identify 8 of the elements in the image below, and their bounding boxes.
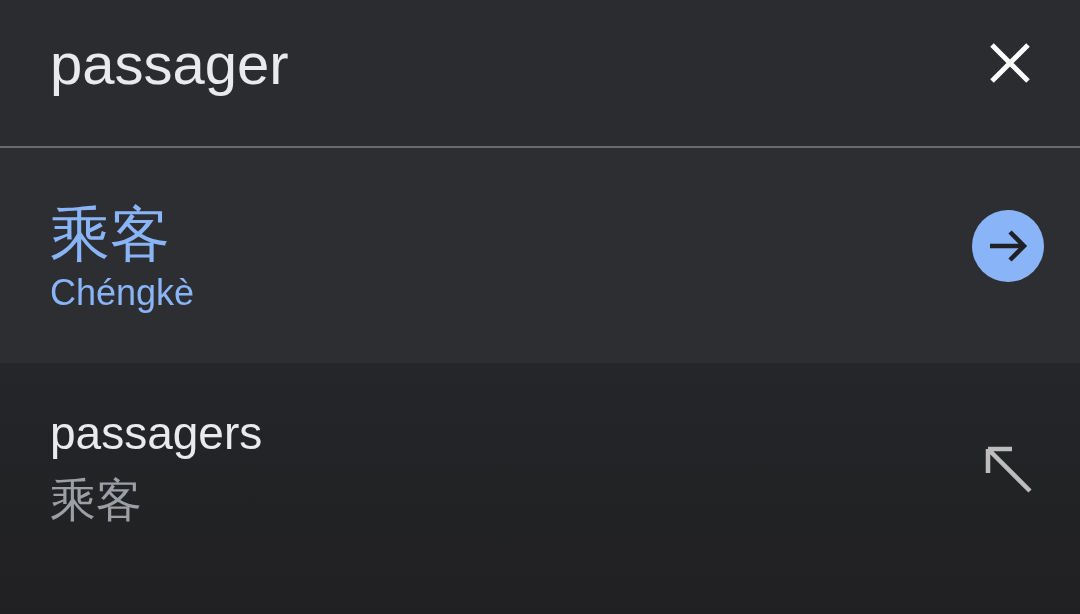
search-field[interactable]: passager — [50, 29, 650, 97]
close-icon[interactable] — [990, 43, 1030, 83]
suggestion-translation: 乘客 — [50, 472, 143, 529]
arrow-button[interactable] — [972, 209, 1044, 282]
translation-text: 乘客 — [50, 197, 171, 270]
arrow-up-left-icon[interactable] — [984, 445, 1032, 493]
suggestion-text: passagers — [50, 406, 263, 460]
romanization-text: Chéngkè — [50, 271, 195, 314]
